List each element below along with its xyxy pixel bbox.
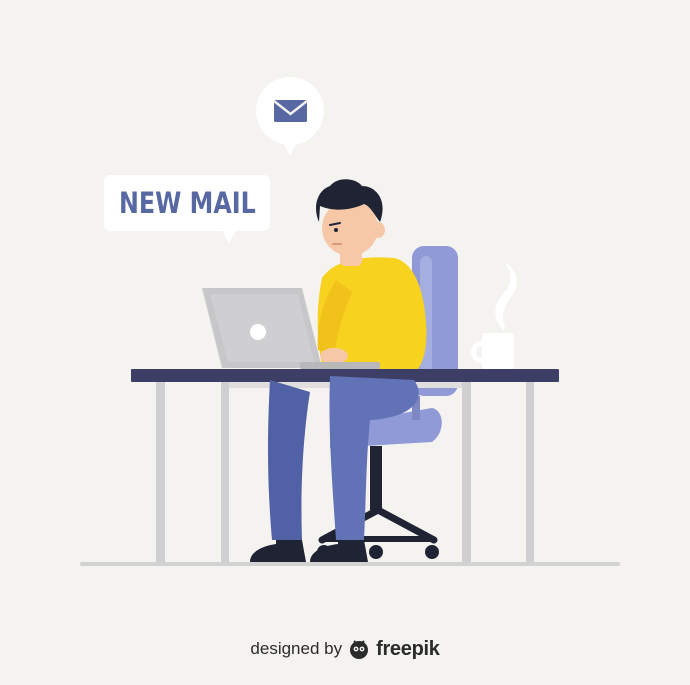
illustration-stage: NEW MAIL designed by freepik <box>0 0 690 685</box>
freepik-logo-icon <box>350 640 369 659</box>
office-scene <box>80 77 620 566</box>
desk-leg <box>462 382 471 562</box>
designed-by-text: designed by <box>250 639 343 658</box>
head <box>316 179 385 256</box>
desk-leg <box>526 382 534 562</box>
freepik-brand: freepik <box>376 637 440 660</box>
far-leg <box>268 380 310 540</box>
laptop-logo <box>250 324 266 340</box>
hand <box>320 348 348 364</box>
new-mail-speech-bubble: NEW MAIL <box>104 175 270 243</box>
floor-line <box>80 562 620 566</box>
desk-leg <box>156 382 165 562</box>
coffee-mug <box>471 333 514 369</box>
coffee-steam <box>495 262 517 330</box>
shoe <box>310 540 368 562</box>
shoe <box>250 540 306 562</box>
attribution-footer: designed by freepik <box>0 634 690 664</box>
new-mail-text: NEW MAIL <box>118 186 256 220</box>
mail-notification-bubble <box>256 77 324 156</box>
chair-stem <box>370 446 382 510</box>
desk-leg <box>221 382 229 562</box>
envelope-icon <box>273 100 308 122</box>
